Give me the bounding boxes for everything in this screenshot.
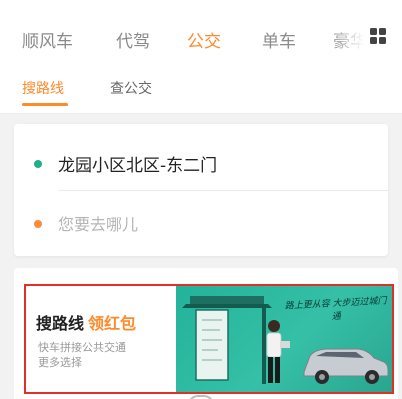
destination-input[interactable]: [58, 210, 358, 238]
promo-title-highlight: 领红包: [88, 314, 137, 333]
tab-check-bus[interactable]: 查公交: [110, 78, 152, 98]
tab-designated-driver[interactable]: 代驾: [116, 27, 150, 52]
destination-row[interactable]: [14, 198, 388, 250]
tab-overflow-fade: [330, 20, 370, 54]
promo-handwriting: 路上更从容 大步迈过城门通: [284, 296, 387, 323]
promo-description: 快车拼接公共交通 更多选择: [38, 340, 126, 370]
promo-desc-line2: 更多选择: [38, 356, 82, 369]
origin-row[interactable]: 龙园小区北区-东二门: [14, 138, 388, 190]
sub-tab-bar: 搜路线 查公交: [0, 70, 402, 114]
promo-banner[interactable]: 搜路线 领红包 快车拼接公共交通 更多选择 路上更从容 大步迈过城门通: [24, 284, 394, 394]
destination-dot-icon: [34, 220, 42, 228]
tab-carpool[interactable]: 顺风车: [22, 27, 73, 52]
promo-title-main: 搜路线: [36, 314, 85, 333]
promo-desc-line1: 快车拼接公共交通: [38, 341, 126, 354]
address-card: 龙园小区北区-东二门: [14, 124, 388, 256]
tab-bike[interactable]: 单车: [262, 27, 296, 52]
top-tab-bar: 顺风车 代驾 公交 单车 豪华: [0, 0, 402, 70]
grid-icon[interactable]: [370, 28, 386, 44]
origin-address: 龙园小区北区-东二门: [58, 156, 218, 176]
promo-title: 搜路线 领红包: [36, 310, 136, 334]
promo-section: 搜路线 领红包 快车拼接公共交通 更多选择 路上更从容 大步迈过城门通: [14, 268, 398, 399]
origin-dot-icon: [34, 160, 42, 168]
tab-bus[interactable]: 公交: [187, 27, 221, 52]
tab-search-route[interactable]: 搜路线: [22, 78, 64, 98]
person-head: [268, 320, 280, 332]
promo-illustration: 路上更从容 大步迈过城门通: [176, 286, 392, 392]
address-divider: [58, 190, 388, 191]
promo-text-panel: 搜路线 领红包 快车拼接公共交通 更多选择: [26, 286, 176, 392]
active-tab-indicator: [22, 103, 68, 106]
